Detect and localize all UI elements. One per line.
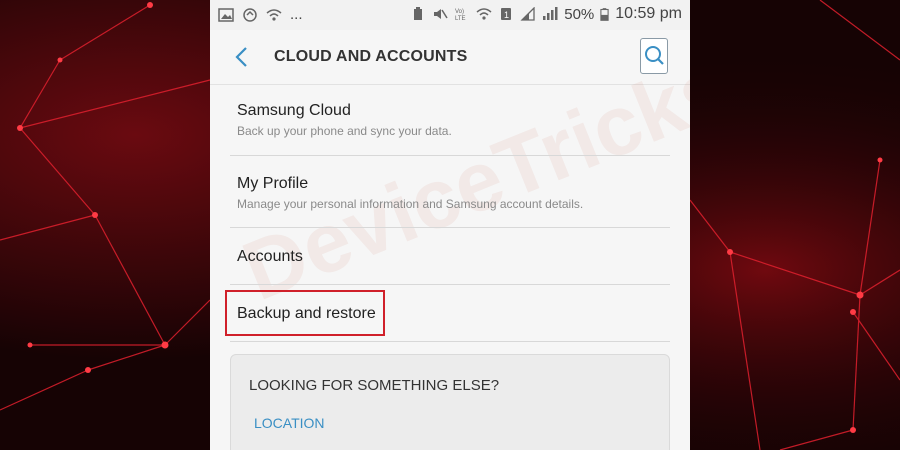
battery-saver-icon bbox=[414, 7, 423, 20]
highlight-box bbox=[225, 290, 385, 336]
item-subtitle: Back up your phone and sync your data. bbox=[237, 124, 452, 138]
item-title: My Profile bbox=[237, 175, 309, 192]
item-subtitle: Manage your personal information and Sam… bbox=[237, 197, 584, 211]
signal-icon-1 bbox=[520, 7, 535, 21]
search-icon bbox=[645, 46, 664, 65]
phone-screen: ... Vo) LTE 1 50% 10:59 pm CLOUD AND ACC… bbox=[210, 0, 690, 450]
menu-item-samsung-cloud[interactable]: Samsung Cloud Back up your phone and syn… bbox=[210, 86, 690, 154]
battery-icon bbox=[600, 8, 609, 21]
item-title: Samsung Cloud bbox=[237, 102, 351, 119]
back-arrow-icon[interactable] bbox=[230, 44, 254, 70]
wifi-icon bbox=[476, 8, 492, 20]
menu-item-accounts[interactable]: Accounts bbox=[210, 230, 690, 284]
volte-icon: Vo) LTE bbox=[455, 9, 466, 21]
item-title: Accounts bbox=[237, 248, 303, 265]
signal-icon-2 bbox=[543, 7, 558, 20]
gallery-icon bbox=[218, 7, 234, 22]
card-title: LOOKING FOR SOMETHING ELSE? bbox=[249, 377, 500, 394]
svg-text:LTE: LTE bbox=[455, 16, 466, 21]
battery-percent: 50% bbox=[564, 5, 595, 23]
divider bbox=[230, 341, 670, 342]
wifi-hotspot-icon bbox=[266, 8, 282, 21]
location-link[interactable]: LOCATION bbox=[254, 415, 325, 431]
divider bbox=[230, 155, 670, 156]
notification-dots: ... bbox=[290, 6, 303, 23]
sync-icon bbox=[243, 7, 257, 22]
sim-1-icon: 1 bbox=[501, 8, 512, 20]
status-bar: ... Vo) LTE 1 50% 10:59 pm bbox=[210, 0, 690, 30]
svg-text:Vo): Vo) bbox=[455, 9, 464, 15]
clock: 10:59 pm bbox=[615, 5, 682, 22]
suggestion-card: LOOKING FOR SOMETHING ELSE? LOCATION bbox=[230, 354, 670, 450]
svg-text:1: 1 bbox=[504, 10, 509, 20]
mute-icon bbox=[434, 9, 448, 19]
divider bbox=[230, 284, 670, 285]
page-title: CLOUD AND ACCOUNTS bbox=[274, 48, 468, 65]
menu-item-my-profile[interactable]: My Profile Manage your personal informat… bbox=[210, 158, 690, 226]
app-bar: CLOUD AND ACCOUNTS bbox=[210, 30, 690, 85]
search-button[interactable] bbox=[640, 38, 668, 74]
divider bbox=[230, 227, 670, 228]
